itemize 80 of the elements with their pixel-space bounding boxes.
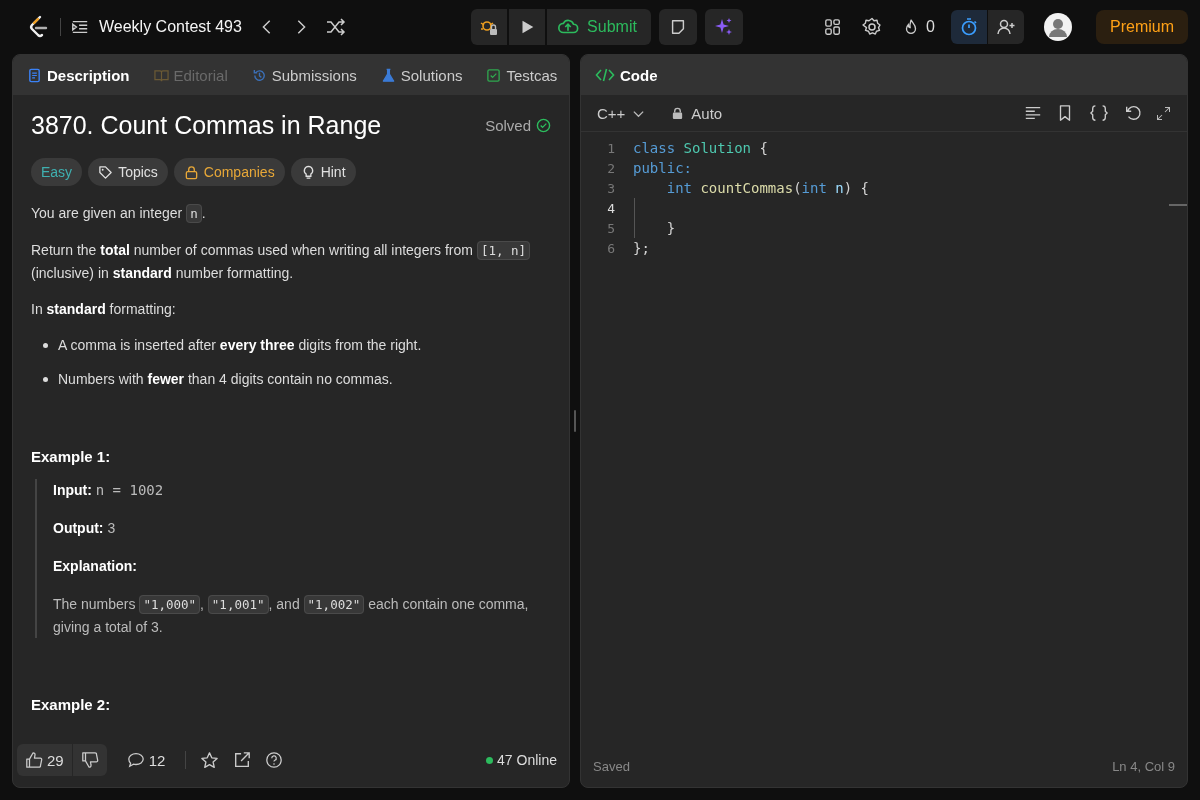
comments-button[interactable]: 12: [120, 750, 172, 770]
check-circle-icon: [536, 118, 551, 133]
tag-icon: [98, 164, 114, 180]
resize-handle[interactable]: [574, 410, 576, 432]
settings-icon[interactable]: [862, 17, 883, 37]
example-text: Input: n = 1002: [53, 481, 165, 500]
panel-tab[interactable]: Testcas: [482, 66, 562, 84]
shuffle-icon[interactable]: [325, 17, 346, 37]
bullet-text: Numbers with fewer than 4 digits contain no commas.: [58, 370, 393, 389]
example-text: Explanation:: [53, 557, 138, 576]
example-heading: Example 1:: [31, 448, 112, 465]
description-text: Return the total number of commas used when writing all integers from [1, n] (inclusive) in standard number formatting.: [31, 239, 551, 284]
code-tab[interactable]: Code: [591, 66, 662, 84]
autocomplete-toggle[interactable]: Auto: [665, 103, 729, 123]
debug-button[interactable]: [471, 9, 508, 45]
tab-icon: [486, 67, 502, 83]
description-text: You are given an integer n .: [31, 203, 207, 225]
difficulty-badge: Easy: [31, 158, 83, 186]
stopwatch-icon: [959, 17, 979, 37]
list-icon[interactable]: [71, 18, 89, 36]
tab-icon: [251, 67, 267, 83]
panel-tab[interactable]: Solutions: [376, 66, 467, 84]
tab-icon: [153, 67, 169, 83]
online-count: 47 Online: [497, 752, 557, 768]
reset-icon[interactable]: [1124, 104, 1142, 122]
tab-icon: [27, 67, 42, 83]
add-friend-button[interactable]: [988, 10, 1024, 44]
comment-icon: [126, 751, 145, 769]
streak-counter[interactable]: 0: [902, 17, 935, 37]
avatar[interactable]: [1044, 13, 1072, 41]
help-icon[interactable]: [265, 751, 284, 769]
tag-chip[interactable]: Companies: [173, 158, 285, 186]
thumbs-up-icon: [25, 751, 43, 769]
example-text: The numbers "1,000" , "1,001" , and "1,002" each contain one comma, giving a total of 3.: [53, 594, 530, 637]
code-icon: [595, 67, 615, 83]
run-button[interactable]: [509, 9, 546, 45]
submit-button[interactable]: Submit: [547, 9, 651, 45]
panel-tab[interactable]: Submissions: [247, 66, 361, 84]
tag-chip[interactable]: Hint: [290, 158, 356, 186]
description-text: In standard formatting:: [31, 300, 177, 319]
line-number: 1: [606, 140, 616, 156]
streak-count: 0: [926, 18, 935, 36]
online-dot: [486, 756, 494, 764]
example-heading: Example 2:: [31, 696, 112, 713]
format-icon[interactable]: [1024, 104, 1042, 122]
scrollbar-marker: [1169, 204, 1187, 206]
bullet-text: A comma is inserted after every three digits from the right.: [58, 336, 422, 355]
tab-icon: [380, 67, 396, 83]
ai-button[interactable]: [704, 9, 743, 45]
layout-icon[interactable]: [824, 18, 843, 36]
line-number: 5: [606, 220, 616, 236]
save-status: Saved: [593, 758, 630, 774]
timer-button[interactable]: [951, 10, 987, 44]
line-number: 2: [606, 160, 616, 176]
premium-button[interactable]: Premium: [1096, 10, 1188, 44]
code-line: }: [665, 220, 676, 236]
tag-chip[interactable]: Topics: [88, 158, 168, 186]
note-button[interactable]: [658, 9, 697, 45]
contest-title[interactable]: Weekly Contest 493: [99, 18, 242, 36]
code-line: };: [633, 240, 650, 256]
share-icon[interactable]: [233, 751, 252, 769]
expand-icon[interactable]: [1156, 105, 1171, 121]
panel-tab[interactable]: Description: [23, 66, 134, 84]
code-line: public:: [633, 160, 692, 176]
line-number: 4: [606, 200, 616, 216]
cursor-position[interactable]: Ln 4, Col 9: [1112, 758, 1175, 774]
star-icon[interactable]: [200, 750, 220, 770]
lock-icon: [183, 164, 199, 180]
thumbs-down-icon: [80, 751, 99, 769]
language-dropdown[interactable]: C++: [591, 103, 652, 123]
line-number: 3: [606, 180, 616, 196]
problem-title[interactable]: 3870. Count Commas in Range: [31, 111, 481, 140]
braces-icon[interactable]: [1088, 104, 1110, 122]
person-plus-icon: [996, 17, 1016, 37]
solved-status: Solved: [485, 117, 531, 134]
code-line: class Solution {: [633, 140, 768, 156]
example-text: Output: 3: [53, 519, 117, 538]
lock-icon: [671, 106, 685, 120]
code-line: int countCommas(int n) {: [665, 180, 870, 196]
line-number: 6: [606, 240, 616, 256]
